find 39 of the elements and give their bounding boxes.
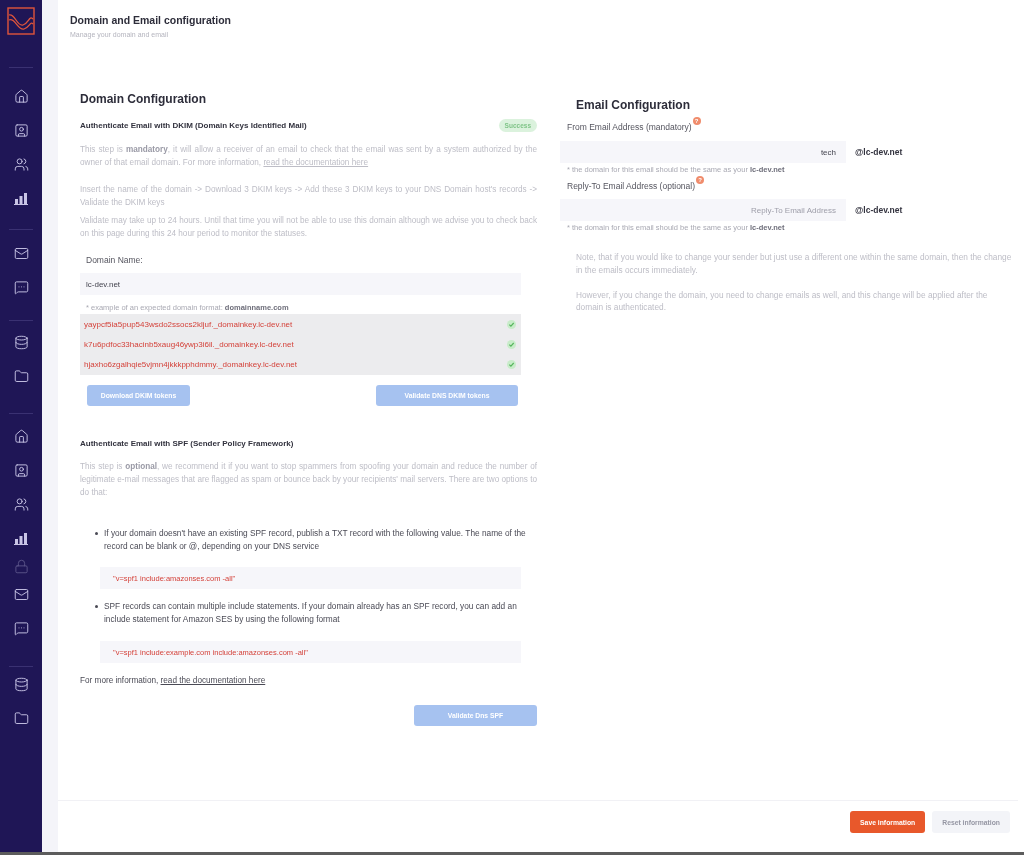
domain-suffix: @lc-dev.net bbox=[855, 205, 903, 215]
database-icon[interactable] bbox=[13, 676, 29, 692]
section-subtitle: Authenticate Email with DKIM (Domain Keys Identified Mail) bbox=[80, 119, 307, 132]
database-icon[interactable] bbox=[13, 334, 29, 350]
user-card-icon[interactable] bbox=[13, 122, 29, 138]
section-subtitle: Authenticate Email with SPF (Sender Policy Framework) bbox=[80, 438, 295, 450]
bar-chart-icon[interactable] bbox=[14, 531, 28, 545]
bullet-icon bbox=[95, 532, 98, 535]
domain-suffix: @lc-dev.net bbox=[855, 147, 903, 157]
users-icon[interactable] bbox=[13, 496, 29, 512]
email-input[interactable]: Reply-To Email Address bbox=[560, 199, 846, 221]
section-title: Domain Configuration bbox=[80, 91, 207, 107]
chat-icon[interactable] bbox=[13, 279, 29, 295]
user-card-icon[interactable] bbox=[13, 462, 29, 478]
field-label: From Email Address (mandatory) bbox=[567, 121, 692, 133]
documentation-link[interactable]: read the documentation here bbox=[160, 676, 266, 685]
dkim-record: hjaxho6zgalhqie5vjmn4jkkkpphdmmy._domainkey.lc-dev.net bbox=[84, 359, 297, 369]
mail-icon[interactable] bbox=[13, 586, 29, 602]
bar-chart-icon[interactable] bbox=[14, 191, 28, 205]
mail-icon[interactable] bbox=[13, 245, 29, 261]
folder-icon[interactable] bbox=[13, 368, 29, 384]
dkim-record: k7u6pdfoc33hacinb5xaug46ywp3i6il._domainkey.lc-dev.net bbox=[84, 339, 294, 349]
bullet-icon bbox=[95, 605, 98, 608]
section-title: Email Configuration bbox=[576, 97, 691, 113]
chat-icon[interactable] bbox=[13, 620, 29, 636]
page-title: Domain and Email configuration bbox=[70, 14, 232, 27]
email-input[interactable]: tech bbox=[560, 141, 846, 163]
field-label: Reply-To Email Address (optional) bbox=[567, 180, 696, 192]
logo-icon bbox=[7, 7, 35, 35]
option-text: SPF records can contain multiple include statements. If your domain already has an SPF record, you can add an include statement for Amazon SES by using the following format bbox=[104, 600, 518, 626]
domain-name-input[interactable]: lc-dev.net bbox=[80, 273, 521, 295]
option-text: If your domain doesn't have an existing SPF record, publish a TXT record with the following value. The name of the record can be blank or @, depending on your DNS service bbox=[104, 527, 527, 553]
folder-icon[interactable] bbox=[13, 710, 29, 726]
users-icon[interactable] bbox=[13, 156, 29, 172]
dkim-record: yaypcf5ia5pup543wsdo2ssocs2kljuf._domainkey.lc-dev.net bbox=[84, 319, 293, 329]
field-label: Domain Name: bbox=[86, 254, 144, 266]
more-info-text: For more information, read the documentation here bbox=[80, 675, 267, 687]
home-icon[interactable] bbox=[13, 88, 29, 104]
home-icon[interactable] bbox=[13, 428, 29, 444]
